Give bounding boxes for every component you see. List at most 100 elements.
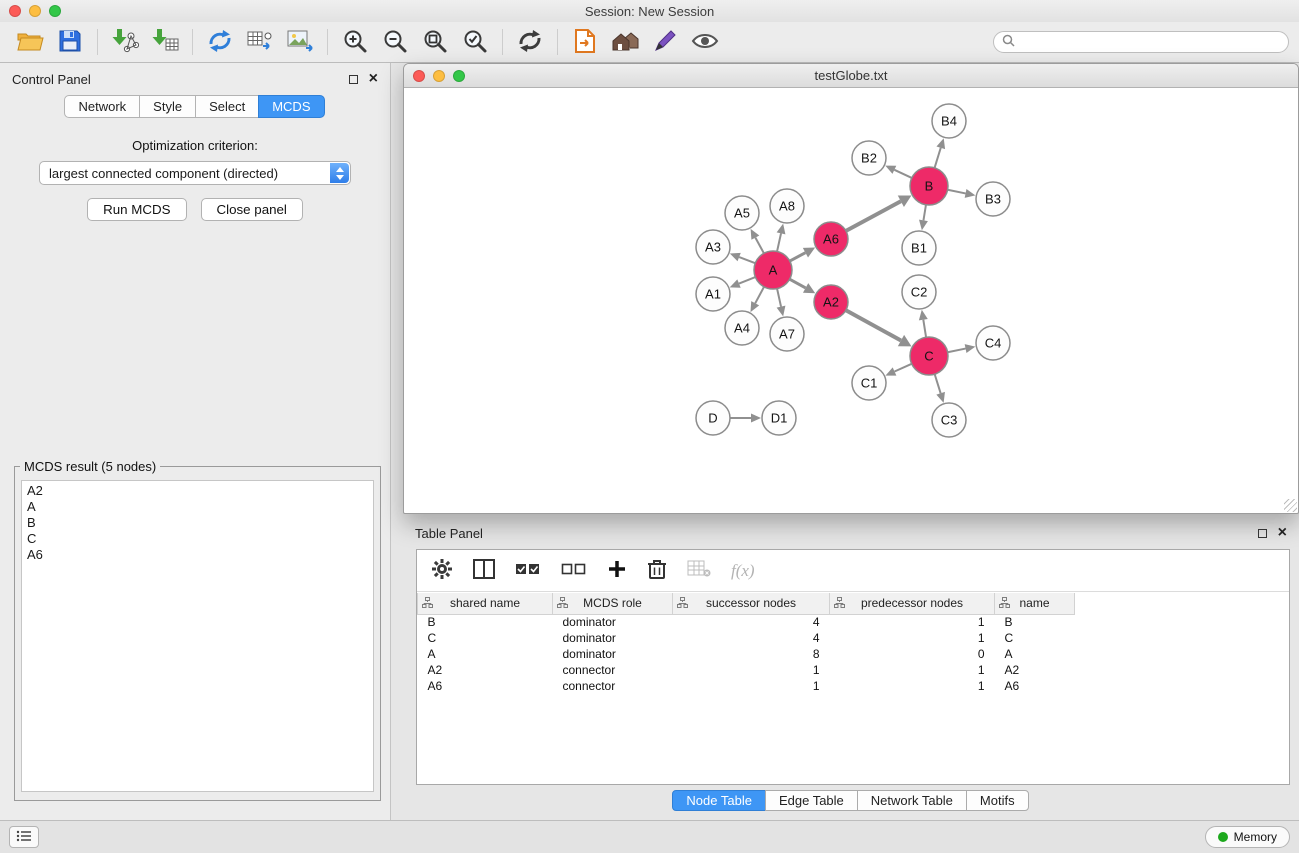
tab-motifs[interactable]: Motifs: [966, 790, 1029, 811]
graph-edge-A-A7[interactable]: [777, 289, 781, 307]
table-row[interactable]: Cdominator41C: [418, 630, 1290, 646]
table-cell[interactable]: A2: [418, 662, 553, 678]
zoom-fit-button[interactable]: [415, 25, 455, 59]
tab-network[interactable]: Network: [64, 95, 140, 118]
search-input[interactable]: [1020, 35, 1280, 49]
graph-edge-C-C1[interactable]: [895, 364, 912, 372]
optimization-criterion-dropdown[interactable]: largest connected component (directed): [39, 161, 351, 185]
search-box[interactable]: [993, 31, 1289, 53]
table-row[interactable]: A6connector11A6: [418, 678, 1290, 694]
zoom-out-button[interactable]: [375, 25, 415, 59]
network-close-button[interactable]: [413, 70, 425, 82]
brush-button[interactable]: [645, 25, 685, 59]
table-cell[interactable]: 1: [830, 678, 995, 694]
table-cell[interactable]: 4: [673, 614, 830, 630]
graph-edge-A-A4[interactable]: [755, 287, 764, 304]
refresh-button[interactable]: [510, 25, 550, 59]
zoom-in-button[interactable]: [335, 25, 375, 59]
table-cell[interactable]: dominator: [553, 630, 673, 646]
graph-edge-A-A3[interactable]: [739, 257, 755, 263]
mcds-result-list[interactable]: A2ABCA6: [21, 480, 374, 792]
document-button[interactable]: [565, 25, 605, 59]
table-cell[interactable]: 1: [830, 662, 995, 678]
table-cell[interactable]: 1: [673, 662, 830, 678]
export-image-button[interactable]: [280, 25, 320, 59]
deselect-all-button[interactable]: [561, 560, 587, 581]
graph-edge-A6-B[interactable]: [846, 201, 901, 231]
column-header-MCDS-role[interactable]: MCDS role: [553, 593, 673, 614]
table-cell[interactable]: 8: [673, 646, 830, 662]
table-cell[interactable]: A: [418, 646, 553, 662]
table-cell[interactable]: 1: [673, 678, 830, 694]
table-cell[interactable]: dominator: [553, 646, 673, 662]
save-session-button[interactable]: [50, 25, 90, 59]
show-columns-button[interactable]: [473, 559, 495, 582]
graph-edge-B-B3[interactable]: [948, 190, 966, 194]
table-cell[interactable]: 4: [673, 630, 830, 646]
table-row[interactable]: Adominator80A: [418, 646, 1290, 662]
run-mcds-button[interactable]: Run MCDS: [87, 198, 186, 221]
mcds-result-item[interactable]: C: [22, 531, 373, 547]
close-panel-icon[interactable]: ×: [1278, 528, 1287, 538]
open-session-button[interactable]: [10, 25, 50, 59]
close-window-button[interactable]: [9, 5, 21, 17]
select-all-button[interactable]: [515, 560, 541, 581]
graph-edge-A-A6[interactable]: [790, 253, 806, 261]
graph-edge-B-B4[interactable]: [935, 148, 941, 168]
zoom-window-button[interactable]: [49, 5, 61, 17]
table-settings-button[interactable]: [431, 558, 453, 583]
table-cell[interactable]: B: [995, 614, 1075, 630]
delete-column-button[interactable]: [647, 558, 667, 583]
graph-edge-A-A2[interactable]: [790, 279, 806, 288]
network-zoom-button[interactable]: [453, 70, 465, 82]
import-table-button[interactable]: [145, 25, 185, 59]
table-cell[interactable]: A6: [418, 678, 553, 694]
memory-button[interactable]: Memory: [1205, 826, 1290, 848]
tab-select[interactable]: Select: [195, 95, 259, 118]
table-cell[interactable]: 0: [830, 646, 995, 662]
table-row[interactable]: Bdominator41B: [418, 614, 1290, 630]
column-header-predecessor-nodes[interactable]: predecessor nodes: [830, 593, 995, 614]
resize-grip-icon[interactable]: [1284, 499, 1297, 512]
table-cell[interactable]: connector: [553, 662, 673, 678]
close-panel-button[interactable]: Close panel: [201, 198, 303, 221]
table-cell[interactable]: C: [995, 630, 1075, 646]
float-panel-icon[interactable]: [349, 75, 358, 84]
tab-network-table[interactable]: Network Table: [857, 790, 967, 811]
table-cell[interactable]: 1: [830, 630, 995, 646]
network-window-titlebar[interactable]: testGlobe.txt: [404, 64, 1298, 88]
import-network-button[interactable]: [105, 25, 145, 59]
network-minimize-button[interactable]: [433, 70, 445, 82]
show-details-button[interactable]: [685, 25, 725, 59]
tab-node-table[interactable]: Node Table: [672, 790, 766, 811]
graph-edge-A-A5[interactable]: [755, 238, 764, 254]
table-cell[interactable]: B: [418, 614, 553, 630]
minimize-window-button[interactable]: [29, 5, 41, 17]
graph-edge-A2-C[interactable]: [846, 310, 901, 340]
graph-edge-C-C2[interactable]: [923, 320, 926, 338]
graph-edge-B-B2[interactable]: [894, 170, 911, 178]
mcds-result-item[interactable]: B: [22, 515, 373, 531]
titlebar[interactable]: Session: New Session: [0, 0, 1299, 22]
graph-edge-A-A8[interactable]: [777, 233, 781, 251]
column-header-successor-nodes[interactable]: successor nodes: [673, 593, 830, 614]
graph-edge-A-A1[interactable]: [739, 277, 755, 284]
network-canvas-area[interactable]: B4B2BB3A5A8A6A3B1AA1C2A2A4A7C4CC1DD1C3: [405, 88, 1297, 512]
mcds-result-item[interactable]: A2: [22, 483, 373, 499]
add-column-button[interactable]: [607, 559, 627, 582]
tab-edge-table[interactable]: Edge Table: [765, 790, 858, 811]
export-network-button[interactable]: [200, 25, 240, 59]
table-cell[interactable]: A: [995, 646, 1075, 662]
tab-mcds[interactable]: MCDS: [258, 95, 324, 118]
network-canvas[interactable]: B4B2BB3A5A8A6A3B1AA1C2A2A4A7C4CC1DD1C3: [405, 88, 1297, 512]
mcds-result-item[interactable]: A: [22, 499, 373, 515]
table-cell[interactable]: C: [418, 630, 553, 646]
home-button[interactable]: [605, 25, 645, 59]
mcds-result-item[interactable]: A6: [22, 547, 373, 563]
close-panel-icon[interactable]: ×: [369, 74, 378, 84]
export-table-button[interactable]: [240, 25, 280, 59]
graph-edge-B-B1[interactable]: [923, 205, 926, 221]
table-cell[interactable]: 1: [830, 614, 995, 630]
show-panels-button[interactable]: [9, 826, 39, 848]
float-panel-icon[interactable]: [1258, 529, 1267, 538]
